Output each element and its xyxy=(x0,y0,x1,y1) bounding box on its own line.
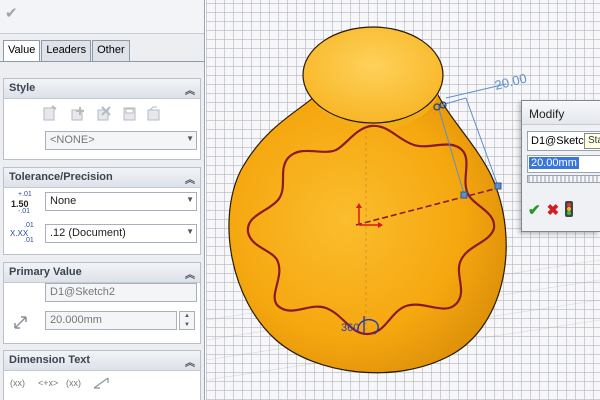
collapse-chevron-icon[interactable]: ︽ xyxy=(185,171,195,186)
style-select-value: <NONE> xyxy=(50,134,95,146)
tab-other[interactable]: Other xyxy=(92,40,130,61)
style-group-title: Style xyxy=(9,82,36,94)
dimension-handle[interactable] xyxy=(460,191,468,199)
tolerance-type-value: None xyxy=(50,195,77,207)
ok-check-icon[interactable]: ✔ xyxy=(528,201,541,220)
dimension-text-title: Dimension Text xyxy=(9,354,91,366)
collapse-chevron-icon[interactable]: ︽ xyxy=(185,82,195,97)
thumbwheel-slider[interactable] xyxy=(527,175,600,183)
dimtext-button-insert[interactable]: <+x> xyxy=(38,378,58,388)
precision-icon-sup: .01 xyxy=(24,222,34,229)
precision-select[interactable]: .12 (Document) ▼ xyxy=(45,224,197,243)
rebuild-traffic-light-icon[interactable] xyxy=(565,201,574,220)
style-icons xyxy=(43,105,160,121)
dimension-arrow-icon xyxy=(14,316,27,329)
modify-tooltip: Sta xyxy=(584,133,600,149)
precision-value: .12 (Document) xyxy=(50,227,126,239)
tolerance-type-select[interactable]: None ▼ xyxy=(45,192,197,211)
cancel-x-icon[interactable]: ✖ xyxy=(547,201,560,220)
primary-value-header[interactable]: Primary Value ︽ xyxy=(4,263,200,283)
dimension-handle[interactable] xyxy=(494,182,502,190)
dimension-name-field[interactable]: D1@Sketch2 xyxy=(45,283,197,302)
modify-dialog-title: Modify xyxy=(522,101,600,125)
add-style-icon[interactable] xyxy=(71,107,84,121)
part-body[interactable] xyxy=(228,94,507,374)
property-manager: ✔ Value Leaders Other Style ︽ <NONE> ▼ T… xyxy=(0,0,205,400)
chevron-down-icon: ▼ xyxy=(186,195,194,204)
value-spinner[interactable]: ▲ ▼ xyxy=(179,311,195,330)
part-top-face[interactable] xyxy=(302,26,444,124)
dimension-text-header[interactable]: Dimension Text ︽ xyxy=(4,351,200,371)
dimension-label[interactable]: 20.00 xyxy=(493,70,528,92)
primary-value-group: Primary Value ︽ D1@Sketch2 20.000mm ▲ ▼ xyxy=(3,262,201,344)
tolerance-precision-group: Tolerance/Precision ︽ +.01 1.50 -.01 Non… xyxy=(3,167,201,255)
collapse-chevron-icon[interactable]: ︽ xyxy=(185,266,195,281)
tolerance-group-header[interactable]: Tolerance/Precision ︽ xyxy=(4,168,200,188)
chevron-down-icon: ▼ xyxy=(186,227,194,236)
tolerance-icon-sup: +.01 xyxy=(18,191,32,198)
collapse-chevron-icon[interactable]: ︽ xyxy=(185,354,195,369)
tolerance-icon-sub: -.01 xyxy=(18,208,31,215)
tab-leaders[interactable]: Leaders xyxy=(41,40,92,61)
load-style-icon[interactable] xyxy=(147,106,160,121)
modify-value-field[interactable]: 20.00mm xyxy=(527,155,600,173)
modify-button-row: ✔ ✖ xyxy=(528,201,574,220)
ok-check-icon[interactable]: ✔ xyxy=(5,4,18,22)
angle-label: 360 xyxy=(341,322,359,334)
dimension-text-group: Dimension Text ︽ (xx) <+x> (xx) xyxy=(3,350,201,400)
precision-icon: .01 X.XX .01 xyxy=(10,222,38,246)
save-style-icon[interactable] xyxy=(123,107,136,121)
tab-strip: Value Leaders Other xyxy=(3,40,131,62)
modify-value-text: 20.00mm xyxy=(529,157,579,169)
delete-style-icon[interactable] xyxy=(97,106,111,121)
tolerance-group-title: Tolerance/Precision xyxy=(9,171,113,183)
tab-divider xyxy=(0,61,204,62)
dimension-value-text: 20.000mm xyxy=(50,314,102,326)
tab-value[interactable]: Value xyxy=(3,40,41,62)
dimension-arrow-icon[interactable] xyxy=(92,375,112,391)
dimension-name-value: D1@Sketch2 xyxy=(50,286,115,298)
style-group-header[interactable]: Style ︽ xyxy=(4,79,200,99)
apply-style-icon[interactable] xyxy=(43,105,57,121)
modify-dialog: Modify D1@Sketch2 Sta 20.00mm ✔ ✖ xyxy=(521,100,600,232)
dimension-value-field[interactable]: 20.000mm xyxy=(45,311,177,330)
primary-value-title: Primary Value xyxy=(9,266,82,278)
style-select[interactable]: <NONE> ▼ xyxy=(45,131,197,150)
property-manager-header: ✔ xyxy=(0,0,204,34)
tolerance-type-icon: +.01 1.50 -.01 xyxy=(10,191,38,215)
dimtext-button-paren[interactable]: (xx) xyxy=(10,378,25,388)
precision-icon-sub: .01 xyxy=(24,237,34,244)
style-group: Style ︽ <NONE> ▼ xyxy=(3,78,201,160)
chevron-down-icon: ▼ xyxy=(186,134,194,143)
dimtext-button-paren-2[interactable]: (xx) xyxy=(66,378,81,388)
